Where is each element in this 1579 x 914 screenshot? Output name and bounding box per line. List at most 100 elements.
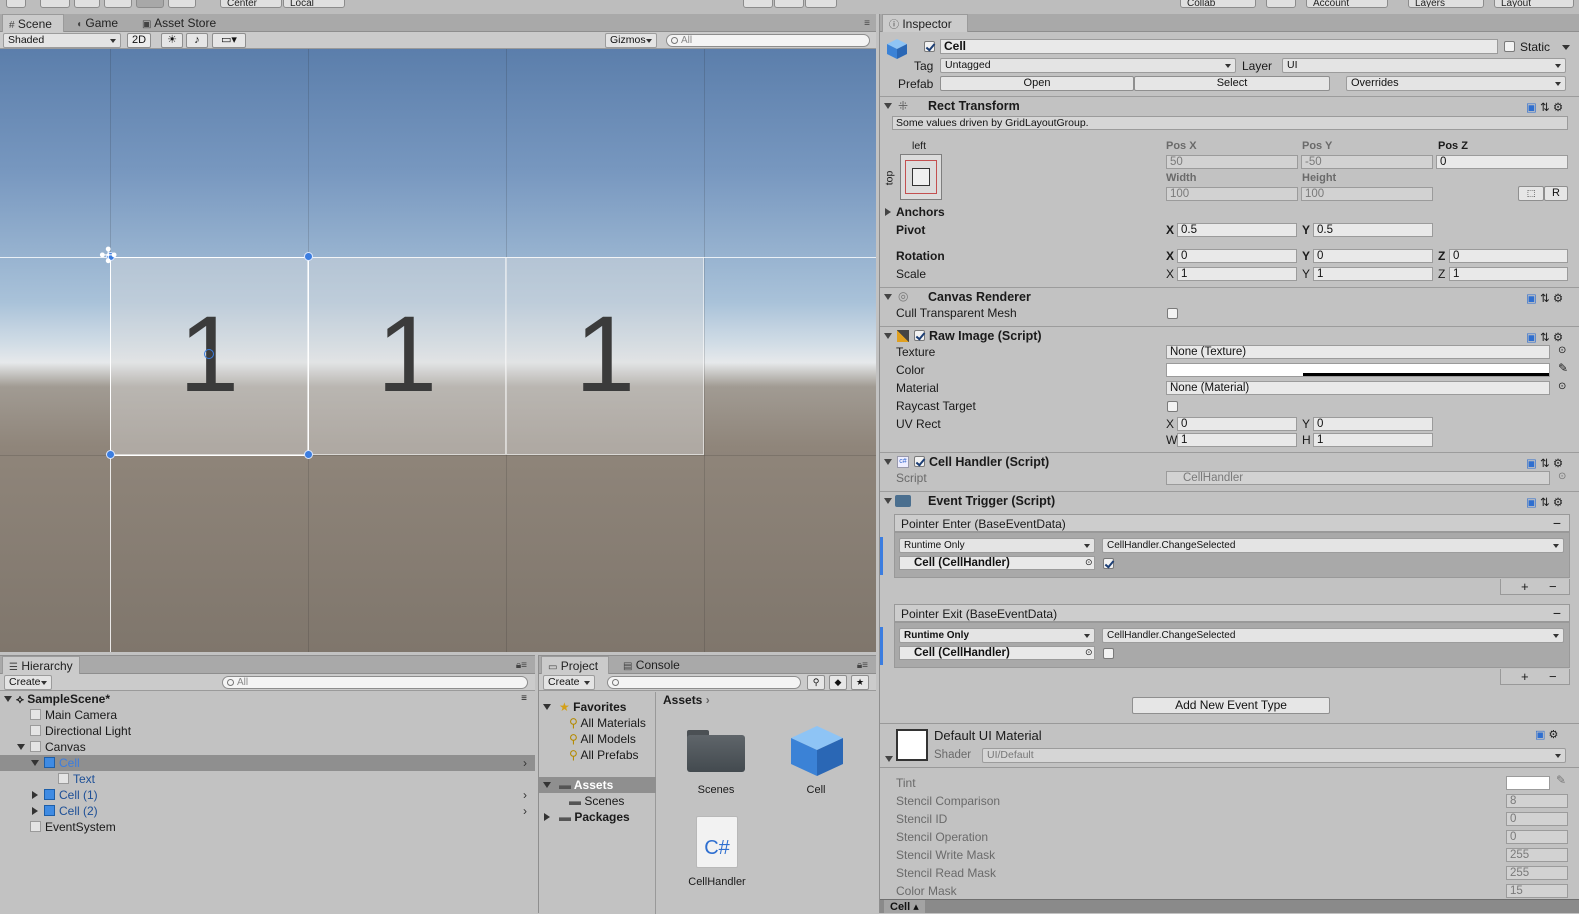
list-item[interactable]: ⚲ All Materials bbox=[539, 715, 656, 731]
object-picker-icon[interactable]: ⊙ bbox=[1558, 381, 1566, 392]
chevron-down-icon[interactable] bbox=[4, 696, 12, 702]
object-picker-icon[interactable]: ⊙ bbox=[1558, 345, 1566, 356]
chevron-down-icon[interactable] bbox=[31, 760, 39, 766]
tab-game[interactable]: ◖ Game bbox=[70, 14, 126, 32]
raycast-checkbox[interactable] bbox=[1167, 401, 1178, 412]
move-tool-icon[interactable] bbox=[40, 0, 70, 8]
list-item[interactable]: ⚲ All Prefabs bbox=[539, 747, 656, 763]
chevron-down-icon[interactable] bbox=[884, 498, 892, 504]
anchor-icon[interactable]: ✣ bbox=[99, 245, 117, 267]
chevron-right-icon[interactable]: › bbox=[523, 755, 527, 771]
chevron-right-icon[interactable]: › bbox=[523, 787, 527, 803]
runtime-mode-dropdown[interactable]: Runtime Only bbox=[899, 538, 1095, 553]
filter-label-icon[interactable]: ◆ bbox=[829, 675, 847, 690]
chevron-down-icon[interactable] bbox=[543, 704, 551, 710]
csharp-script-icon[interactable]: C# bbox=[696, 816, 738, 868]
target-object-field[interactable]: Cell (CellHandler) bbox=[899, 646, 1095, 660]
chevron-down-icon[interactable] bbox=[885, 756, 893, 762]
list-item[interactable]: Text bbox=[0, 771, 535, 787]
filter-type-icon[interactable]: ⚲ bbox=[807, 675, 825, 690]
project-create-dropdown[interactable]: Create bbox=[543, 675, 595, 690]
runtime-mode-dropdown[interactable]: Runtime Only bbox=[899, 628, 1095, 643]
rect-tool-icon[interactable] bbox=[136, 0, 164, 8]
chevron-down-icon[interactable] bbox=[884, 459, 892, 465]
transform-tool-icon[interactable] bbox=[168, 0, 196, 8]
list-item[interactable]: ▬ Packages bbox=[539, 809, 656, 825]
anchor-presets-button[interactable] bbox=[900, 154, 942, 200]
collab-button[interactable]: Collab bbox=[1180, 0, 1256, 8]
argument-checkbox[interactable] bbox=[1103, 558, 1114, 569]
rect-transform-header[interactable]: ⁜ Rect Transform ▣ ⇅ ⚙ bbox=[880, 96, 1579, 115]
component-menu-icon[interactable]: ▣ ⇅ ⚙ bbox=[1526, 291, 1570, 305]
effects-icon[interactable]: ▭▾ bbox=[212, 33, 246, 48]
uv-y-field[interactable]: 0 bbox=[1313, 417, 1433, 431]
hand-tool-icon[interactable] bbox=[6, 0, 26, 8]
pivot-local-button[interactable]: Local bbox=[283, 0, 345, 8]
raw-edit-button[interactable]: R bbox=[1544, 186, 1568, 201]
project-search-input[interactable] bbox=[607, 676, 801, 689]
rotation-z-field[interactable]: 0 bbox=[1449, 249, 1568, 263]
object-name-field[interactable]: Cell bbox=[940, 39, 1498, 54]
target-object-field[interactable]: Cell (CellHandler) bbox=[899, 556, 1095, 570]
cloud-icon[interactable] bbox=[1266, 0, 1296, 8]
tab-console[interactable]: ▤ Console bbox=[617, 656, 688, 674]
add-listener-button[interactable]: + bbox=[1521, 579, 1529, 594]
list-item[interactable]: EventSystem bbox=[0, 819, 535, 835]
rotation-y-field[interactable]: 0 bbox=[1313, 249, 1433, 263]
component-enabled-checkbox[interactable] bbox=[914, 456, 925, 467]
blueprint-mode-icon[interactable]: ⬚ bbox=[1518, 186, 1544, 201]
rotate-tool-icon[interactable] bbox=[74, 0, 100, 8]
folder-icon[interactable] bbox=[687, 726, 745, 774]
scale-tool-icon[interactable] bbox=[104, 0, 132, 8]
remove-listener-button[interactable]: − bbox=[1549, 669, 1557, 684]
pivot-y-field[interactable]: 0.5 bbox=[1313, 223, 1433, 237]
lock-icon[interactable]: 🔒︎≡ bbox=[516, 660, 527, 671]
list-item[interactable]: ▬ Scenes bbox=[539, 793, 656, 809]
shading-mode-dropdown[interactable]: Shaded bbox=[3, 33, 121, 48]
event-trigger-header[interactable]: Event Trigger (Script) ▣ ⇅ ⚙ bbox=[880, 491, 1579, 510]
chevron-down-icon[interactable] bbox=[1562, 45, 1570, 50]
pivot-icon[interactable] bbox=[204, 349, 214, 359]
object-picker-icon[interactable]: ⊙ bbox=[1085, 647, 1093, 658]
tab-inspector[interactable]: ⓘ Inspector bbox=[882, 14, 968, 32]
function-dropdown[interactable]: CellHandler.ChangeSelected bbox=[1102, 628, 1564, 643]
material-field[interactable]: None (Material) bbox=[1166, 381, 1550, 395]
play-button[interactable] bbox=[743, 0, 773, 8]
uv-x-field[interactable]: 0 bbox=[1177, 417, 1297, 431]
pivot-x-field[interactable]: 0.5 bbox=[1177, 223, 1297, 237]
component-enabled-checkbox[interactable] bbox=[914, 330, 925, 341]
prefab-cube-icon[interactable] bbox=[789, 724, 845, 778]
uv-w-field[interactable]: 1 bbox=[1177, 433, 1297, 447]
component-menu-icon[interactable]: ▣ ⇅ ⚙ bbox=[1526, 100, 1570, 114]
eyedropper-icon[interactable]: ✎ bbox=[1558, 361, 1568, 375]
remove-listener-button[interactable]: − bbox=[1549, 579, 1557, 594]
scene-search-input[interactable]: All bbox=[666, 34, 870, 47]
list-item[interactable]: ★ Favorites bbox=[539, 699, 656, 715]
gizmos-dropdown[interactable]: Gizmos bbox=[605, 33, 657, 48]
prefab-overrides-dropdown[interactable]: Overrides bbox=[1346, 76, 1566, 91]
chevron-down-icon[interactable] bbox=[543, 782, 551, 788]
anchors-foldout[interactable]: Anchors bbox=[896, 205, 945, 219]
scale-x-field[interactable]: 1 bbox=[1177, 267, 1297, 281]
chevron-right-icon[interactable] bbox=[32, 791, 38, 799]
chevron-down-icon[interactable] bbox=[17, 744, 25, 750]
prefab-open-button[interactable]: Open bbox=[940, 76, 1134, 91]
hierarchy-search-input[interactable]: All bbox=[222, 676, 528, 689]
argument-checkbox[interactable] bbox=[1103, 648, 1114, 659]
list-item[interactable]: Directional Light bbox=[0, 723, 535, 739]
panel-menu-icon[interactable]: ≡ bbox=[864, 18, 870, 29]
tab-project[interactable]: ▭ Project bbox=[541, 656, 609, 674]
layout-dropdown[interactable]: Layout bbox=[1494, 0, 1574, 8]
function-dropdown[interactable]: CellHandler.ChangeSelected bbox=[1102, 538, 1564, 553]
chevron-down-icon[interactable] bbox=[884, 333, 892, 339]
raw-image-header[interactable]: Raw Image (Script) ▣ ⇅ ⚙ bbox=[880, 326, 1579, 345]
list-item[interactable]: Cell (2) › bbox=[0, 803, 535, 819]
remove-event-button[interactable]: − bbox=[1553, 605, 1561, 621]
scale-z-field[interactable]: 1 bbox=[1449, 267, 1568, 281]
chevron-down-icon[interactable] bbox=[884, 103, 892, 109]
layers-dropdown[interactable]: Layers bbox=[1408, 0, 1484, 8]
chevron-right-icon[interactable] bbox=[885, 208, 891, 216]
hierarchy-create-dropdown[interactable]: Create bbox=[4, 675, 52, 690]
step-button[interactable] bbox=[805, 0, 837, 8]
color-field[interactable] bbox=[1166, 363, 1550, 377]
